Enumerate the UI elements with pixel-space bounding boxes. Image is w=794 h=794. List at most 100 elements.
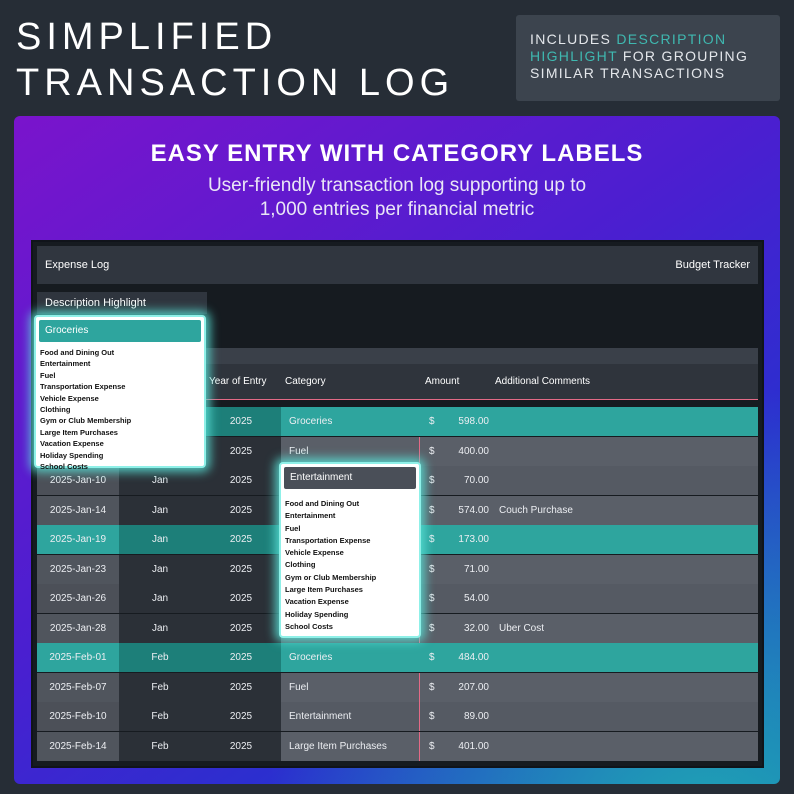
- comment-cell[interactable]: Uber Cost: [499, 614, 544, 643]
- category-cell[interactable]: Groceries: [281, 643, 419, 672]
- month-cell[interactable]: Jan: [119, 613, 201, 643]
- dropdown-option[interactable]: Entertainment: [40, 358, 200, 369]
- month-cell[interactable]: Feb: [119, 643, 201, 672]
- callout-highlight-2: HIGHLIGHT: [530, 48, 618, 64]
- dropdown-option[interactable]: School Costs: [285, 621, 415, 633]
- month-cell[interactable]: Jan: [119, 554, 201, 584]
- category-cell[interactable]: Groceries: [281, 407, 419, 436]
- amount-cell[interactable]: 173.00: [429, 525, 489, 554]
- year-cell[interactable]: 2025: [201, 613, 281, 643]
- table-row[interactable]: 2025-Feb-14 Feb 2025 Large Item Purchases $4…: [37, 731, 758, 761]
- dropdown-option[interactable]: Holiday Spending: [40, 450, 200, 461]
- amount-divider: [419, 436, 420, 466]
- column-header-category: Category: [285, 376, 326, 387]
- page-title-line2: TRANSACTION LOG: [16, 62, 455, 104]
- dropdown-option[interactable]: Clothing: [40, 404, 200, 415]
- date-cell[interactable]: 2025-Jan-19: [37, 525, 119, 554]
- year-cell[interactable]: 2025: [201, 672, 281, 702]
- page-title-line1: SIMPLIFIED: [16, 16, 278, 58]
- dropdown-option[interactable]: Fuel: [40, 370, 200, 381]
- date-cell[interactable]: 2025-Feb-14: [37, 731, 119, 761]
- amount-divider: [419, 672, 420, 702]
- year-cell[interactable]: 2025: [201, 407, 281, 436]
- amount-divider: [419, 731, 420, 761]
- year-cell[interactable]: 2025: [201, 554, 281, 584]
- dropdown-option[interactable]: Food and Dining Out: [40, 347, 200, 358]
- amount-cell[interactable]: 484.00: [429, 643, 489, 672]
- dropdown-option[interactable]: Clothing: [285, 559, 415, 571]
- amount-cell[interactable]: 574.00: [429, 496, 489, 525]
- comment-cell[interactable]: Couch Purchase: [499, 496, 573, 525]
- dropdown-option[interactable]: School Costs: [40, 461, 200, 472]
- description-highlight-options: Food and Dining Out Entertainment Fuel Tran…: [36, 345, 204, 474]
- year-cell[interactable]: 2025: [201, 643, 281, 672]
- feature-callout: INCLUDES DESCRIPTION HIGHLIGHT FOR GROUPI…: [516, 15, 780, 101]
- callout-prefix: INCLUDES: [530, 31, 617, 47]
- dropdown-option[interactable]: Large Item Purchases: [285, 584, 415, 596]
- month-cell[interactable]: Feb: [119, 731, 201, 761]
- year-cell[interactable]: 2025: [201, 466, 281, 495]
- callout-highlight-1: DESCRIPTION: [616, 31, 727, 47]
- dropdown-option[interactable]: Entertainment: [285, 510, 415, 522]
- expense-log-title: Expense Log: [45, 259, 110, 271]
- table-row[interactable]: 2025-Feb-07 Feb 2025 Fuel $207.00: [37, 672, 758, 702]
- description-highlight-label: Description Highlight: [37, 292, 207, 314]
- dropdown-option[interactable]: Large Item Purchases: [40, 427, 200, 438]
- amount-cell[interactable]: 400.00: [429, 437, 489, 466]
- date-cell[interactable]: 2025-Jan-28: [37, 613, 119, 643]
- date-cell[interactable]: 2025-Feb-01: [37, 643, 119, 672]
- dropdown-option[interactable]: Vacation Expense: [40, 438, 200, 449]
- amount-cell[interactable]: 71.00: [429, 555, 489, 584]
- budget-tracker-link[interactable]: Budget Tracker: [675, 259, 750, 271]
- month-cell[interactable]: Feb: [119, 702, 201, 731]
- amount-cell[interactable]: 32.00: [429, 614, 489, 643]
- dropdown-option[interactable]: Food and Dining Out: [285, 498, 415, 510]
- date-cell[interactable]: 2025-Jan-26: [37, 584, 119, 613]
- amount-cell[interactable]: 401.00: [429, 732, 489, 761]
- dropdown-option[interactable]: Vehicle Expense: [40, 393, 200, 404]
- column-header-comments: Additional Comments: [495, 376, 591, 387]
- dropdown-option[interactable]: Transportation Expense: [285, 535, 415, 547]
- column-header-amount: Amount: [425, 376, 460, 387]
- amount-divider: [419, 702, 420, 731]
- category-cell[interactable]: Large Item Purchases: [281, 732, 419, 761]
- month-cell[interactable]: Jan: [119, 495, 201, 525]
- category-cell[interactable]: Fuel: [281, 673, 419, 702]
- amount-cell[interactable]: 598.00: [429, 407, 489, 436]
- category-cell[interactable]: Entertainment: [281, 702, 419, 731]
- date-cell[interactable]: 2025-Feb-10: [37, 702, 119, 731]
- year-cell[interactable]: 2025: [201, 436, 281, 466]
- dropdown-option[interactable]: Fuel: [285, 523, 415, 535]
- table-row[interactable]: 2025-Feb-01 Feb 2025 Groceries $484.00: [37, 643, 758, 672]
- date-cell[interactable]: 2025-Feb-07: [37, 672, 119, 702]
- category-selected[interactable]: Entertainment: [284, 467, 416, 489]
- panel-subtitle-line1: User-friendly transaction log supporting…: [207, 175, 587, 196]
- dropdown-option[interactable]: Gym or Club Membership: [40, 415, 200, 426]
- description-highlight-selected[interactable]: Groceries: [39, 320, 201, 342]
- month-cell[interactable]: Feb: [119, 672, 201, 702]
- month-cell[interactable]: Jan: [119, 525, 201, 554]
- month-cell[interactable]: Jan: [119, 584, 201, 613]
- amount-cell[interactable]: 89.00: [429, 702, 489, 731]
- date-cell[interactable]: 2025-Jan-14: [37, 495, 119, 525]
- dropdown-option[interactable]: Holiday Spending: [285, 609, 415, 621]
- dropdown-option[interactable]: Transportation Expense: [40, 381, 200, 392]
- dropdown-option[interactable]: Vacation Expense: [285, 596, 415, 608]
- amount-cell[interactable]: 207.00: [429, 673, 489, 702]
- amount-cell[interactable]: 70.00: [429, 466, 489, 495]
- table-row[interactable]: 2025-Feb-10 Feb 2025 Entertainment $89.00: [37, 702, 758, 731]
- sheet-header: Expense Log Budget Tracker: [37, 246, 758, 284]
- amount-cell[interactable]: 54.00: [429, 584, 489, 613]
- year-cell[interactable]: 2025: [201, 731, 281, 761]
- dropdown-option[interactable]: Gym or Club Membership: [285, 572, 415, 584]
- year-cell[interactable]: 2025: [201, 702, 281, 731]
- description-highlight-dropdown[interactable]: Groceries Food and Dining Out Entertainme…: [34, 315, 206, 471]
- column-header-year: Year of Entry: [209, 376, 267, 387]
- panel-heading: EASY ENTRY WITH CATEGORY LABELS: [150, 140, 644, 167]
- year-cell[interactable]: 2025: [201, 495, 281, 525]
- category-dropdown[interactable]: Entertainment Food and Dining Out Enterta…: [279, 462, 421, 638]
- year-cell[interactable]: 2025: [201, 525, 281, 554]
- date-cell[interactable]: 2025-Jan-23: [37, 554, 119, 584]
- dropdown-option[interactable]: Vehicle Expense: [285, 547, 415, 559]
- year-cell[interactable]: 2025: [201, 584, 281, 613]
